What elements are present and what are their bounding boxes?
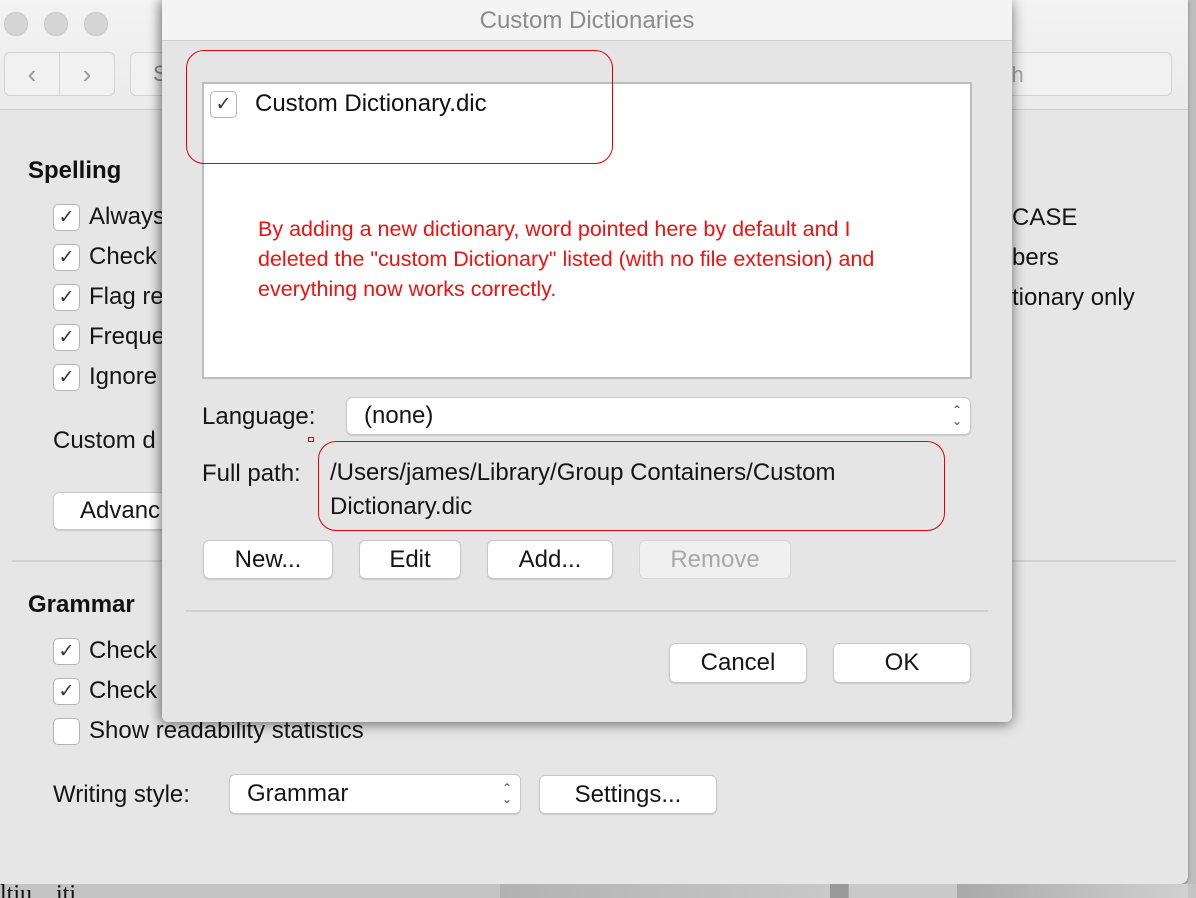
underlying-desktop-strip [0, 884, 1196, 898]
minimize-window-button[interactable] [44, 12, 68, 36]
writing-style-label: Writing style: [53, 781, 190, 808]
grammar-option-check-1[interactable]: ✓ Check [53, 637, 157, 665]
right-option-main-dictionary-only: tionary only [1012, 284, 1135, 311]
new-dictionary-button[interactable]: New... [203, 540, 333, 579]
dialog-divider [186, 610, 988, 612]
chevron-right-icon[interactable]: › [59, 53, 114, 95]
spelling-section-title: Spelling [28, 157, 122, 184]
custom-dictionaries-label: Custom d [53, 427, 156, 454]
checkbox-checked-icon[interactable]: ✓ [53, 203, 80, 231]
language-label: Language: [202, 403, 316, 430]
option-label: Always [89, 203, 166, 230]
option-label: Freque [89, 323, 166, 350]
annotation-highlight-path [318, 441, 945, 531]
annotation-text: By adding a new dictionary, word pointed… [258, 217, 875, 301]
remove-dictionary-button[interactable]: Remove [639, 540, 791, 579]
language-select[interactable]: (none) ⌃ ⌄ [346, 397, 971, 435]
annotation-highlight-dictionary [186, 50, 613, 164]
option-label: Flag re [89, 283, 164, 310]
custom-dictionaries-dialog: Custom Dictionaries ✓ Custom Dictionary.… [162, 0, 1012, 722]
up-down-arrows-icon: ⌃ ⌄ [501, 781, 512, 806]
checkbox-checked-icon[interactable]: ✓ [53, 323, 80, 351]
edit-dictionary-button[interactable]: Edit [359, 540, 461, 579]
option-label: Check [89, 677, 158, 704]
option-label: Check [89, 243, 158, 270]
writing-style-value: Grammar [247, 780, 349, 807]
checkbox-unchecked-icon[interactable] [53, 717, 80, 745]
dialog-title: Custom Dictionaries [479, 7, 695, 34]
annotation-marker [308, 437, 314, 442]
nav-back-forward: ‹ › [4, 52, 115, 96]
ok-button[interactable]: OK [833, 643, 971, 683]
cancel-button[interactable]: Cancel [669, 643, 807, 683]
spelling-option-frequent[interactable]: ✓ Freque [53, 323, 165, 351]
language-value: (none) [364, 402, 434, 429]
option-label: Ignore [89, 363, 158, 390]
full-path-label: Full path: [202, 460, 301, 487]
grammar-option-check-2[interactable]: ✓ Check [53, 677, 157, 705]
writing-style-select[interactable]: Grammar ⌃ ⌄ [229, 774, 521, 814]
option-label: Check [89, 637, 158, 664]
spelling-option-ignore[interactable]: ✓ Ignore [53, 363, 157, 391]
checkbox-checked-icon[interactable]: ✓ [53, 637, 80, 665]
zoom-window-button[interactable] [84, 12, 108, 36]
checkbox-checked-icon[interactable]: ✓ [53, 283, 80, 311]
spelling-option-always[interactable]: ✓ Always [53, 203, 165, 231]
checkbox-checked-icon[interactable]: ✓ [53, 677, 80, 705]
right-option-uppercase: CASE [1012, 204, 1078, 231]
underlying-document-text: ltiu ...iti [0, 881, 77, 898]
close-window-button[interactable] [4, 12, 28, 36]
up-down-arrows-icon: ⌃ ⌄ [951, 403, 962, 428]
right-option-numbers: bers [1012, 244, 1059, 271]
settings-button[interactable]: Settings... [539, 775, 717, 814]
add-dictionary-button[interactable]: Add... [487, 540, 613, 579]
grammar-section-title: Grammar [28, 591, 135, 618]
dialog-title-bar: Custom Dictionaries [162, 0, 1012, 41]
spelling-option-check[interactable]: ✓ Check [53, 243, 157, 271]
checkbox-checked-icon[interactable]: ✓ [53, 363, 80, 391]
chevron-left-icon[interactable]: ‹ [5, 53, 59, 95]
checkbox-checked-icon[interactable]: ✓ [53, 243, 80, 271]
spelling-option-flag[interactable]: ✓ Flag re [53, 283, 164, 311]
